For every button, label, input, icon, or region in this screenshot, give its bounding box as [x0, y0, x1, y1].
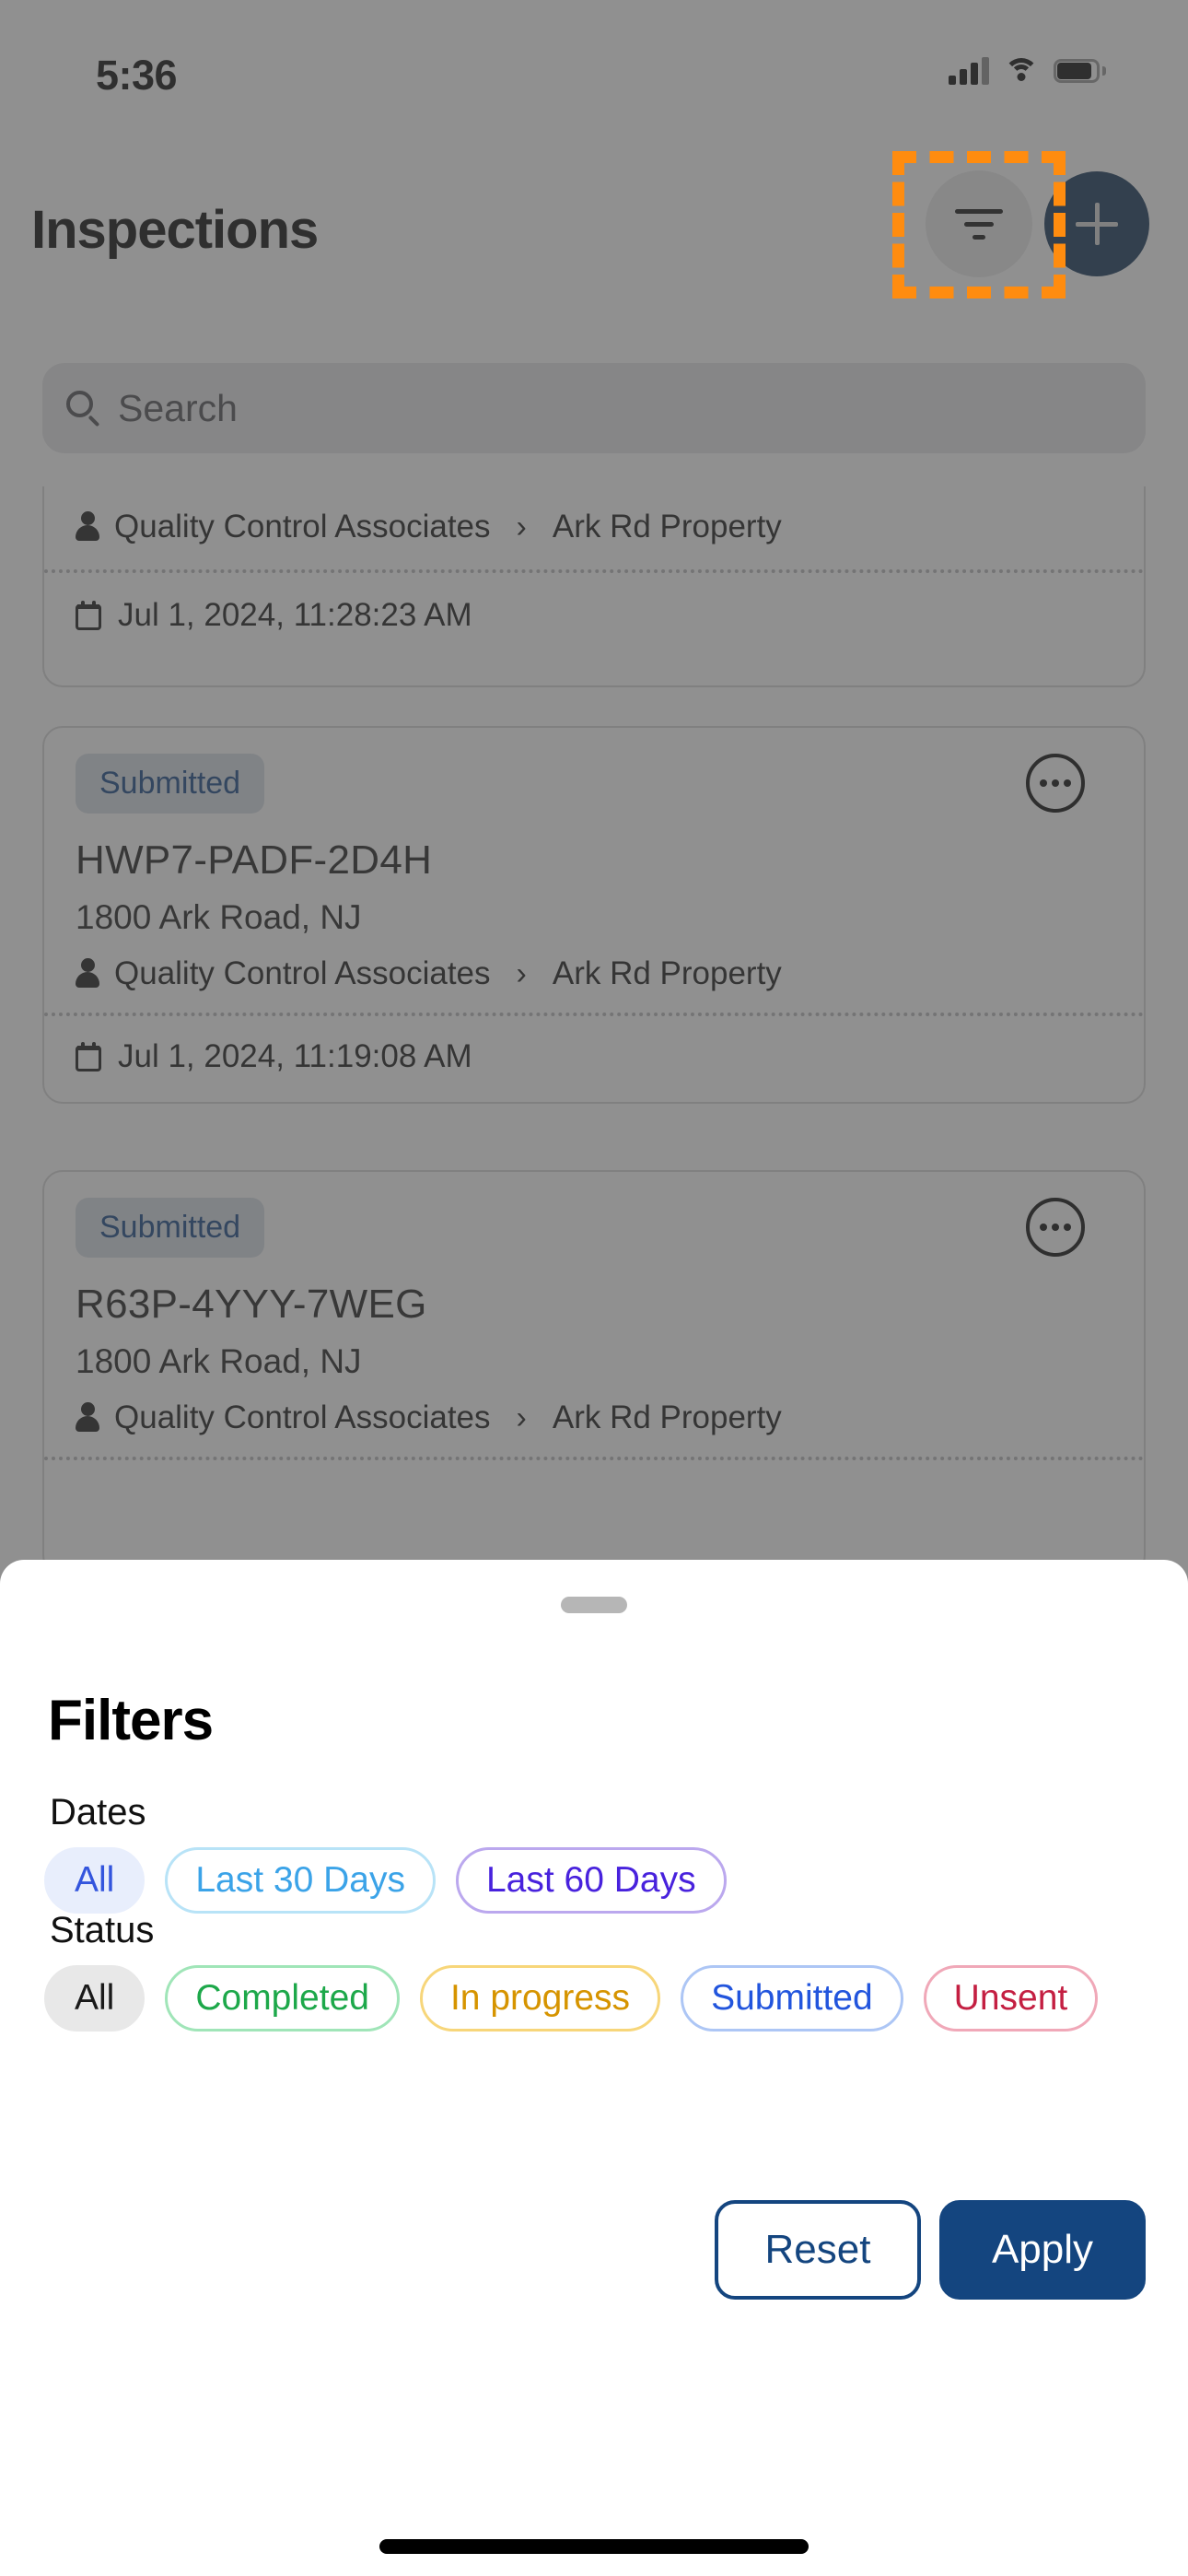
more-options-button[interactable] — [1026, 754, 1085, 813]
status-bar-indicators — [949, 52, 1106, 90]
card-meta: Quality Control Associates › Ark Rd Prop… — [76, 486, 1112, 545]
card-code: R63P-4YYY-7WEG — [76, 1282, 427, 1327]
sheet-drag-handle[interactable] — [561, 1597, 627, 1613]
more-options-button[interactable] — [1026, 1198, 1085, 1257]
status-chip-group: All Completed In progress Submitted Unsent — [44, 1965, 1151, 2032]
card-date: Jul 1, 2024, 11:19:08 AM — [118, 1038, 472, 1074]
card-date: Jul 1, 2024, 11:28:23 AM — [118, 597, 472, 633]
filter-button[interactable] — [926, 170, 1032, 277]
chip-status-all[interactable]: All — [44, 1965, 146, 2032]
sheet-title: Filters — [48, 1689, 214, 1752]
card-code: HWP7-PADF-2D4H — [76, 837, 433, 883]
card-date-row: Jul 1, 2024, 11:28:23 AM — [76, 573, 1112, 634]
chip-dates-last-30-days[interactable]: Last 30 Days — [165, 1847, 436, 1914]
chip-status-completed[interactable]: Completed — [165, 1965, 400, 2032]
divider — [44, 1457, 1144, 1460]
plus-icon — [1076, 203, 1118, 245]
card-meta: Quality Control Associates › Ark Rd Prop… — [76, 1381, 1112, 1436]
status-badge: Submitted — [76, 1198, 265, 1258]
card-property: Ark Rd Property — [552, 509, 782, 544]
person-icon — [76, 1402, 99, 1434]
cellular-signal-icon — [949, 57, 989, 85]
reset-button[interactable]: Reset — [715, 2200, 921, 2300]
card-meta: Quality Control Associates › Ark Rd Prop… — [76, 937, 1112, 992]
table-row[interactable]: Submitted HWP7-PADF-2D4H 1800 Ark Road, … — [42, 726, 1146, 1104]
filters-bottom-sheet: Filters Dates All Last 30 Days Last 60 Day… — [0, 1560, 1188, 2576]
card-date-row: Jul 1, 2024, 11:19:08 AM — [76, 1016, 1112, 1075]
calendar-icon — [76, 601, 101, 630]
chip-status-submitted[interactable]: Submitted — [681, 1965, 903, 2032]
apply-button[interactable]: Apply — [939, 2200, 1146, 2300]
search-placeholder: Search — [118, 386, 238, 429]
phone-screen: 5:36 Inspections Search Quality Control … — [0, 0, 1188, 2576]
card-company: Quality Control Associates — [114, 955, 491, 991]
table-row[interactable]: Submitted R63P-4YYY-7WEG 1800 Ark Road, … — [42, 1170, 1146, 1575]
chip-status-in-progress[interactable]: In progress — [419, 1965, 661, 2032]
sheet-action-bar: Reset Apply — [715, 2200, 1146, 2300]
home-indicator — [379, 2539, 809, 2554]
battery-icon — [1054, 59, 1106, 83]
card-property: Ark Rd Property — [552, 955, 782, 991]
status-group-label: Status — [50, 1910, 155, 1950]
card-property: Ark Rd Property — [552, 1399, 782, 1435]
search-icon — [66, 391, 101, 427]
chip-dates-last-60-days[interactable]: Last 60 Days — [455, 1847, 727, 1914]
chevron-right-icon: › — [516, 955, 527, 991]
chevron-right-icon: › — [516, 509, 527, 544]
filter-icon — [955, 208, 1003, 240]
add-inspection-button[interactable] — [1044, 171, 1149, 276]
card-company: Quality Control Associates — [114, 509, 491, 544]
card-company: Quality Control Associates — [114, 1399, 491, 1435]
page-title: Inspections — [31, 200, 319, 260]
dates-group-label: Dates — [50, 1792, 146, 1832]
chip-status-unsent[interactable]: Unsent — [923, 1965, 1099, 2032]
card-address: 1800 Ark Road, NJ — [76, 898, 362, 936]
table-row[interactable]: Quality Control Associates › Ark Rd Prop… — [42, 486, 1146, 687]
person-icon — [76, 511, 99, 543]
person-icon — [76, 958, 99, 989]
calendar-icon — [76, 1042, 101, 1071]
chevron-right-icon: › — [516, 1399, 527, 1435]
dates-chip-group: All Last 30 Days Last 60 Days — [44, 1847, 1151, 1914]
card-address: 1800 Ark Road, NJ — [76, 1342, 362, 1380]
status-bar: 5:36 — [0, 0, 1188, 111]
search-input[interactable]: Search — [42, 363, 1146, 453]
status-badge: Submitted — [76, 754, 265, 814]
chip-dates-all[interactable]: All — [44, 1847, 146, 1914]
status-bar-time: 5:36 — [96, 52, 178, 99]
wifi-icon — [1004, 58, 1039, 84]
